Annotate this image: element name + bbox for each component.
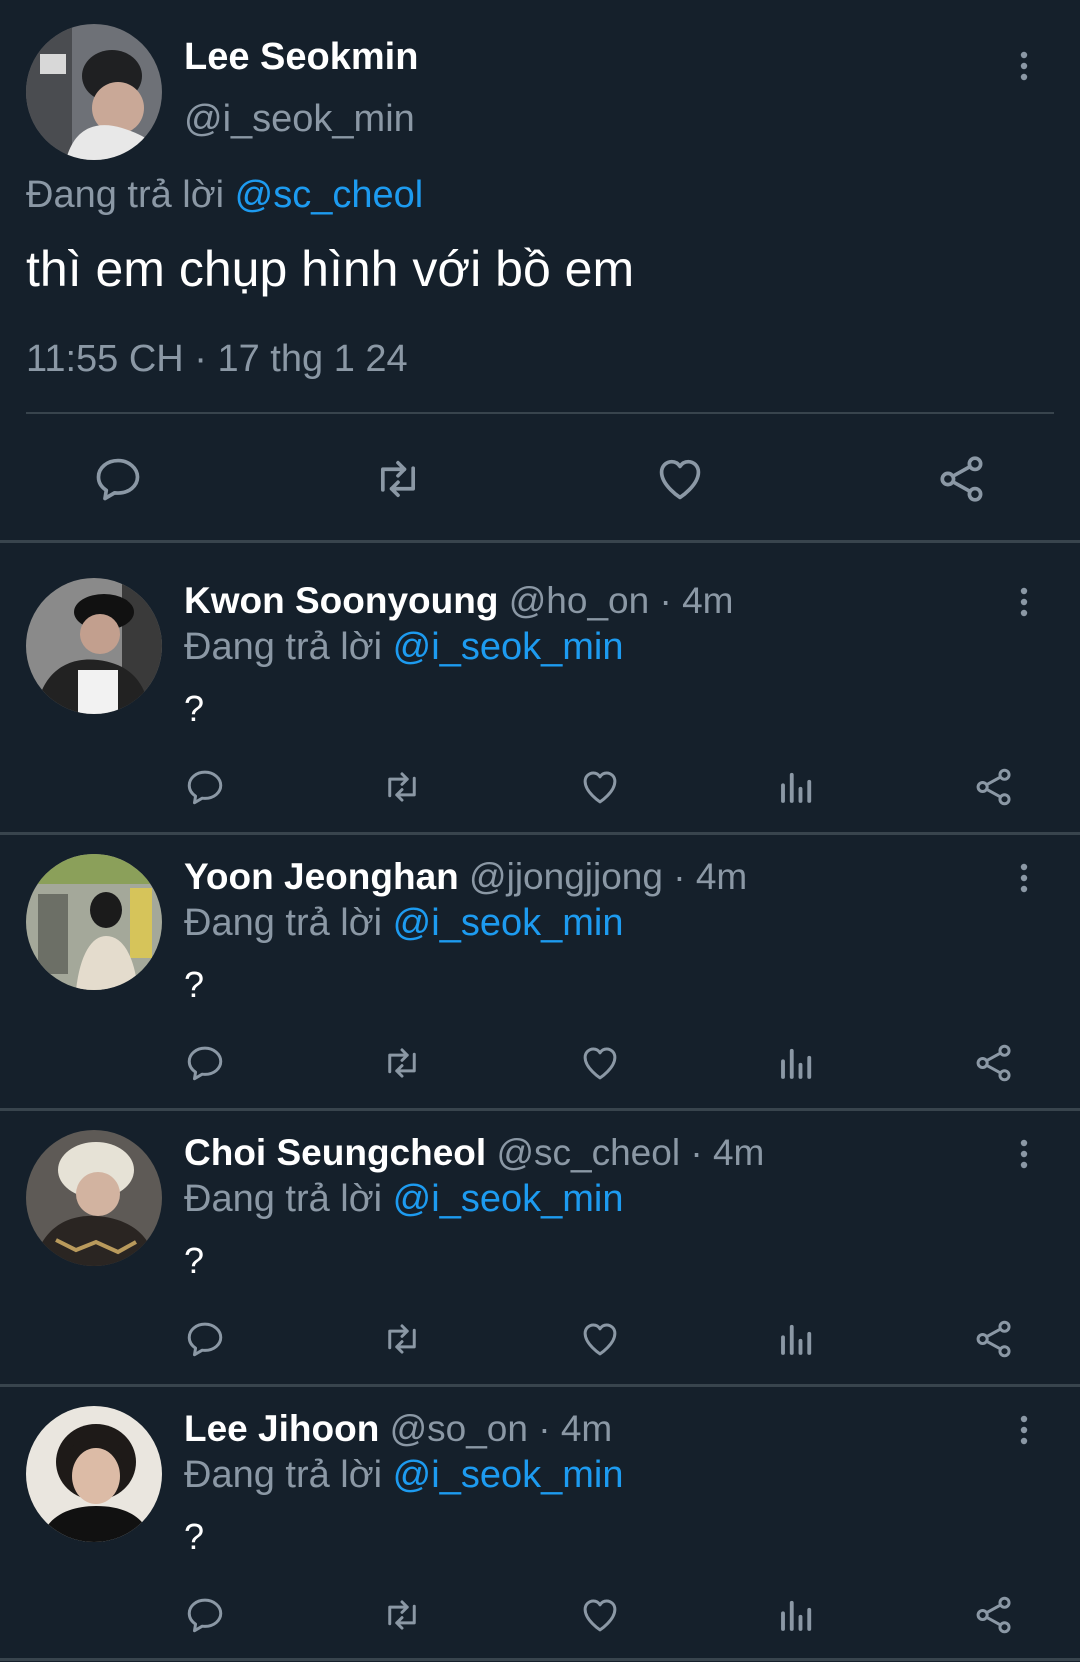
avatar[interactable] <box>26 578 162 714</box>
heart-icon[interactable] <box>579 766 621 808</box>
replying-to-label: Đang trả lời <box>26 174 225 216</box>
analytics-icon[interactable] <box>776 1318 818 1360</box>
author-handle[interactable]: @ho_on <box>509 580 649 621</box>
section-divider <box>0 832 1080 835</box>
avatar[interactable] <box>26 24 162 160</box>
reply-icon[interactable] <box>184 1042 226 1084</box>
replying-to-mention[interactable]: @sc_cheol <box>235 174 424 216</box>
separator: · <box>690 1132 703 1173</box>
author-name[interactable]: Kwon Soonyoung <box>184 580 498 621</box>
reply-header: Yoon Jeonghan @jjongjjong · 4m <box>184 856 747 898</box>
analytics-icon[interactable] <box>776 766 818 808</box>
author-handle[interactable]: @so_on <box>390 1408 528 1449</box>
reply-icon[interactable] <box>184 766 226 808</box>
reply-time: 4m <box>560 1408 613 1449</box>
replying-to: Đang trả lời @i_seok_min <box>184 1454 623 1497</box>
reply-icon[interactable] <box>92 453 144 505</box>
avatar[interactable] <box>26 1130 162 1266</box>
reply-header: Lee Jihoon @so_on · 4m <box>184 1408 612 1450</box>
author-handle[interactable]: @jjongjjong <box>469 856 663 897</box>
more-options-icon[interactable] <box>1019 1138 1029 1175</box>
replying-to: Đang trả lời @i_seok_min <box>184 626 623 669</box>
author-handle[interactable]: @i_seok_min <box>184 98 415 141</box>
retweet-icon[interactable] <box>381 1042 423 1084</box>
main-tweet: Lee Seokmin @i_seok_min Đang trả lời @sc… <box>0 0 1080 540</box>
reply-tweet[interactable]: Lee Jihoon @so_on · 4m Đang trả lời @i_s… <box>0 1388 1080 1662</box>
analytics-icon[interactable] <box>776 1042 818 1084</box>
analytics-icon[interactable] <box>776 1594 818 1636</box>
heart-icon[interactable] <box>579 1042 621 1084</box>
retweet-icon[interactable] <box>381 766 423 808</box>
separator: · <box>659 580 672 621</box>
author-name[interactable]: Yoon Jeonghan <box>184 856 459 897</box>
section-divider <box>0 1108 1080 1111</box>
heart-icon[interactable] <box>579 1594 621 1636</box>
retweet-icon[interactable] <box>381 1318 423 1360</box>
avatar[interactable] <box>26 854 162 990</box>
replying-to: Đang trả lời @i_seok_min <box>184 902 623 945</box>
replying-to-label: Đang trả lời <box>184 1178 383 1220</box>
reply-header: Choi Seungcheol @sc_cheol · 4m <box>184 1132 764 1174</box>
more-options-icon[interactable] <box>1019 862 1029 899</box>
replying-to: Đang trả lời @sc_cheol <box>26 174 423 217</box>
retweet-icon[interactable] <box>381 1594 423 1636</box>
author-name[interactable]: Choi Seungcheol <box>184 1132 486 1173</box>
replying-to-label: Đang trả lời <box>184 626 383 668</box>
reply-time: 4m <box>695 856 748 897</box>
author-handle[interactable]: @sc_cheol <box>496 1132 680 1173</box>
reply-icon[interactable] <box>184 1318 226 1360</box>
author-name[interactable]: Lee Jihoon <box>184 1408 379 1449</box>
divider <box>26 412 1054 414</box>
reply-icon[interactable] <box>184 1594 226 1636</box>
reply-tweet[interactable]: Kwon Soonyoung @ho_on · 4m Đang trả lời … <box>0 560 1080 834</box>
replying-to-label: Đang trả lời <box>184 1454 383 1496</box>
reply-header: Kwon Soonyoung @ho_on · 4m <box>184 580 733 622</box>
tweet-text: thì em chụp hình với bồ em <box>26 241 635 297</box>
share-icon[interactable] <box>973 766 1015 808</box>
reply-text: ? <box>184 1516 205 1557</box>
retweet-icon[interactable] <box>372 453 424 505</box>
share-icon[interactable] <box>973 1042 1015 1084</box>
reply-time: 4m <box>682 580 734 621</box>
separator: · <box>673 856 686 897</box>
reply-time: 4m <box>712 1132 765 1173</box>
heart-icon[interactable] <box>654 453 706 505</box>
replying-to-mention[interactable]: @i_seok_min <box>393 626 624 668</box>
reply-text: ? <box>184 964 205 1005</box>
more-options-icon[interactable] <box>1019 1414 1029 1451</box>
reply-text: ? <box>184 688 205 729</box>
section-divider <box>0 1384 1080 1387</box>
tweet-timestamp: 11:55 CH · 17 thg 1 24 <box>26 338 408 380</box>
reply-tweet[interactable]: Yoon Jeonghan @jjongjjong · 4m Đang trả … <box>0 836 1080 1110</box>
replying-to-mention[interactable]: @i_seok_min <box>393 902 624 944</box>
more-options-icon[interactable] <box>1019 586 1029 623</box>
reply-text: ? <box>184 1240 205 1281</box>
replying-to-mention[interactable]: @i_seok_min <box>393 1454 624 1496</box>
section-divider <box>0 540 1080 543</box>
share-icon[interactable] <box>936 453 988 505</box>
separator: · <box>538 1408 551 1449</box>
section-divider <box>0 1658 1080 1661</box>
avatar[interactable] <box>26 1406 162 1542</box>
author-name[interactable]: Lee Seokmin <box>184 36 418 79</box>
heart-icon[interactable] <box>579 1318 621 1360</box>
replying-to: Đang trả lời @i_seok_min <box>184 1178 623 1221</box>
more-options-icon[interactable] <box>1019 50 1029 87</box>
share-icon[interactable] <box>973 1594 1015 1636</box>
replying-to-label: Đang trả lời <box>184 902 383 944</box>
share-icon[interactable] <box>973 1318 1015 1360</box>
replying-to-mention[interactable]: @i_seok_min <box>393 1178 624 1220</box>
reply-tweet[interactable]: Choi Seungcheol @sc_cheol · 4m Đang trả … <box>0 1112 1080 1386</box>
